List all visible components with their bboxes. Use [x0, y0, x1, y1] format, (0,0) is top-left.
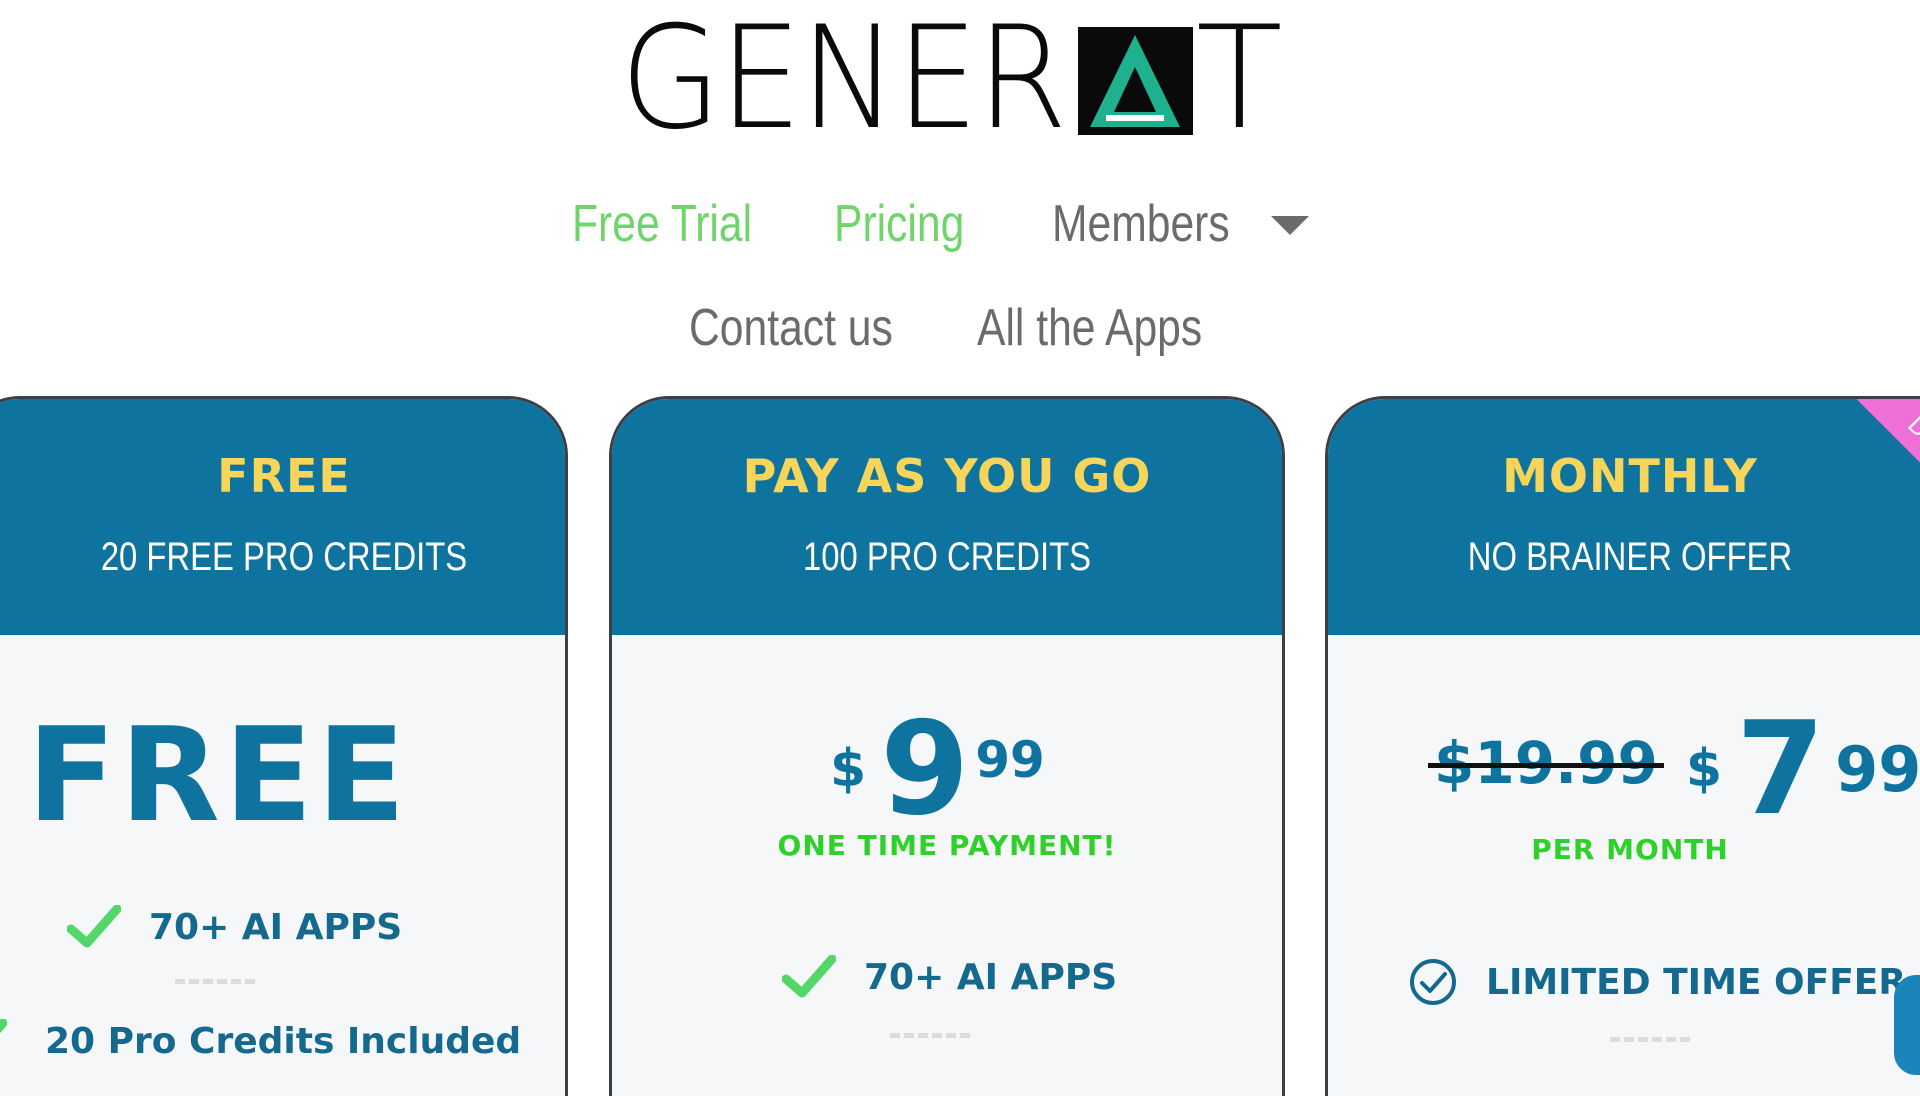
- price-main: 9: [880, 695, 970, 844]
- nav-pricing[interactable]: Pricing: [834, 194, 964, 254]
- nav-contact-us[interactable]: Contact us: [689, 298, 893, 358]
- plan-card-pay-as-you-go: PAY AS YOU GO 100 PRO CREDITS $ 9 99 ONE…: [609, 396, 1285, 1096]
- divider: [1610, 1037, 1690, 1042]
- price-currency: $: [830, 739, 867, 799]
- plan-subtitle: 100 PRO CREDITS: [803, 535, 1091, 579]
- plan-subtitle: NO BRAINER OFFER: [1467, 535, 1793, 579]
- divider: [175, 979, 255, 984]
- feature-item: LIMITED TIME OFFER: [1408, 957, 1906, 1007]
- feature-label: LIMITED TIME OFFER: [1486, 961, 1907, 1003]
- nav-members[interactable]: Members: [1052, 194, 1230, 254]
- plan-name: MONTHLY: [1502, 449, 1758, 503]
- check-icon: [67, 905, 121, 948]
- feature-label: 70+ AI APPS: [864, 956, 1118, 998]
- feature-item: 20 Pro Credits Included: [0, 1019, 521, 1063]
- plan-subtitle: 20 FREE PRO CREDITS: [100, 535, 468, 579]
- price-currency: $: [1685, 739, 1723, 799]
- plan-name: PAY AS YOU GO: [742, 449, 1152, 503]
- price-old: $19.99: [1428, 729, 1664, 797]
- check-icon: [782, 955, 836, 998]
- feature-item: 70+ AI APPS: [67, 905, 402, 949]
- plan-price: $ 9 99: [830, 695, 1045, 844]
- logo-wordmark-tail: T: [1196, 0, 1283, 161]
- price-main: 7: [1736, 695, 1826, 844]
- logo-mark-icon: [1078, 27, 1193, 135]
- feature-label: 70+ AI APPS: [149, 906, 403, 948]
- feature-label: 20 Pro Credits Included: [45, 1020, 522, 1062]
- nav-all-the-apps[interactable]: All the Apps: [977, 298, 1202, 358]
- plan-header: PAY AS YOU GO 100 PRO CREDITS: [612, 399, 1282, 635]
- plan-card-free: FREE 20 FREE PRO CREDITS FREE 70+ AI APP…: [0, 396, 568, 1096]
- nav-free-trial[interactable]: Free Trial: [572, 194, 752, 254]
- plan-header: FREE 20 FREE PRO CREDITS: [0, 399, 565, 635]
- feature-item: 70+ AI APPS: [782, 955, 1117, 999]
- check-icon: [0, 1019, 7, 1034]
- price-note: PER MONTH: [1531, 833, 1729, 866]
- plan-name: FREE: [217, 449, 351, 503]
- plan-price: FREE: [27, 699, 410, 851]
- divider: [890, 1033, 970, 1038]
- plan-price: $19.99 $ 7 99: [1428, 695, 1920, 844]
- chat-widget-button[interactable]: [1894, 975, 1920, 1075]
- check-circle-icon: [1410, 959, 1456, 1005]
- price-note: ONE TIME PAYMENT!: [777, 829, 1117, 862]
- price-cents: 99: [1835, 733, 1920, 806]
- logo[interactable]: GENER: [620, 0, 1104, 161]
- plan-header: MONTHLY NO BRAINER OFFER: [1328, 399, 1920, 635]
- chevron-down-icon[interactable]: [1271, 216, 1309, 235]
- logo-wordmark: GENER: [620, 0, 1067, 161]
- plan-card-monthly: MONTHLY NO BRAINER OFFER DISCO $19.99 $ …: [1325, 396, 1920, 1096]
- price-cents: 99: [975, 731, 1045, 789]
